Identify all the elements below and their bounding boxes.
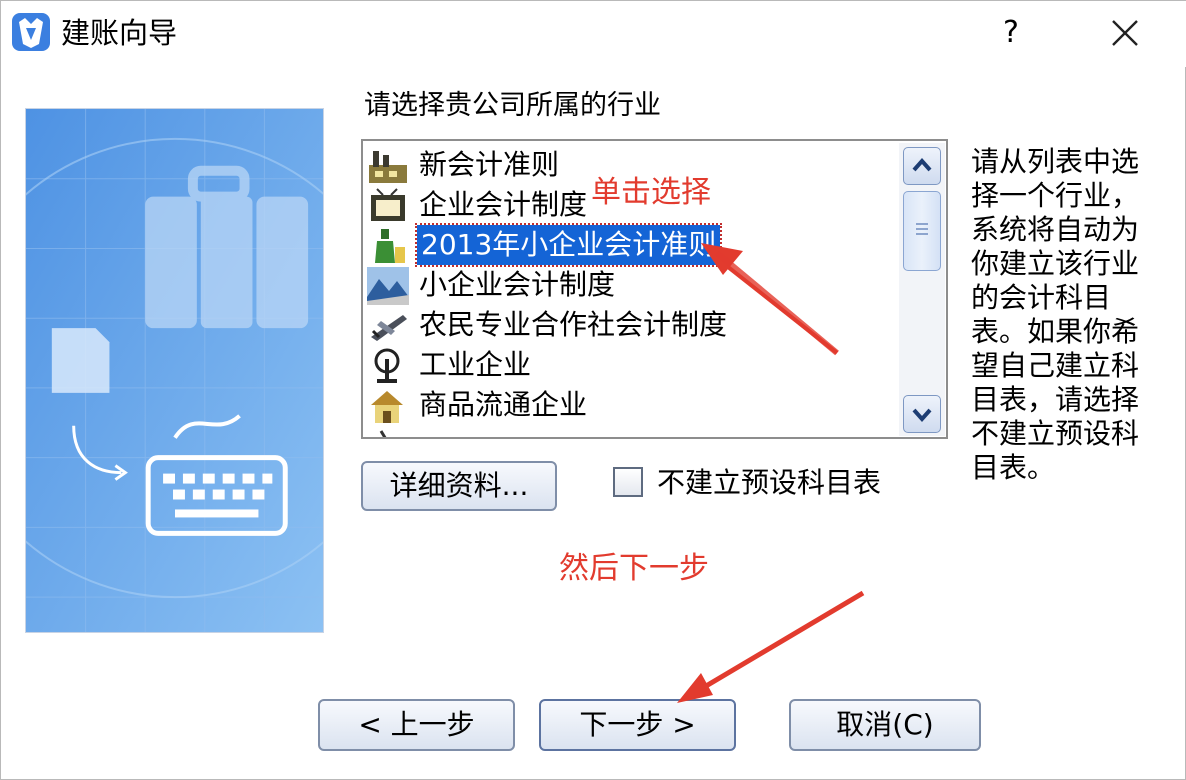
no-preset-accounts-label[interactable]: 不建立预设科目表 [657,463,881,503]
list-item-industrial-enterprise[interactable]: 工业企业 [367,345,897,385]
title-bar: 建账向导 ? [1,1,1186,67]
bottle-icon [375,229,405,263]
scroll-thumb[interactable] [903,191,941,271]
wizard-window: 建账向导 ? 请选择贵公司所属的行业 新会计准则 企业会计制度 2013年小企业… [0,0,1186,780]
help-button[interactable]: ? [987,9,1035,57]
chevron-up-icon [912,157,932,172]
arrow-to-next-button-icon [677,590,865,703]
scroll-up-button[interactable] [903,147,941,185]
next-step-button[interactable]: 下一步 > [539,699,736,751]
window-title: 建账向导 [61,16,178,50]
grip-icon [916,223,928,235]
list-item-2013-small-enterprise-standards[interactable]: 2013年小企业会计准则 [367,223,897,267]
annotation-click-select: 单击选择 [591,175,711,210]
factory-icon [369,151,407,183]
tool-icon [379,430,387,437]
help-description: 请从列表中选择一个行业，系统将自动为你建立该行业的会计科目表。如果你希望自己建立… [971,145,1140,484]
no-preset-accounts-checkbox[interactable] [613,467,643,497]
list-item-farmer-cooperative[interactable]: 农民专业合作社会计制度 [367,305,897,345]
document-icon [51,328,110,393]
close-icon[interactable] [1101,9,1149,57]
list-scrollbar[interactable] [899,143,945,436]
industry-heading: 请选择贵公司所属的行业 [364,90,661,121]
landscape-icon [367,267,409,305]
list-item-label: 工业企业 [419,348,532,381]
list-item-label: 小企业会计制度 [419,268,616,301]
chevron-down-icon [912,408,932,423]
list-item-small-enterprise-system[interactable]: 小企业会计制度 [367,265,897,305]
cancel-button[interactable]: 取消(C) [789,699,981,751]
annotation-then-next: 然后下一步 [559,551,709,586]
plane-icon [371,315,407,341]
house-icon [371,391,403,423]
scroll-down-button[interactable] [903,395,941,433]
wizard-illustration [25,108,324,633]
list-item-label: 企业会计制度 [419,188,588,221]
list-item-partially-visible[interactable] [367,425,897,437]
list-item-label: 新会计准则 [419,148,560,181]
details-button[interactable]: 详细资料... [361,461,557,511]
app-logo-icon [12,13,50,51]
list-item-label: 2013年小企业会计准则 [414,223,723,267]
list-item-label: 商品流通企业 [419,388,588,421]
monitor-icon [371,188,405,221]
previous-step-button[interactable]: < 上一步 [318,699,515,751]
crane-icon [374,348,400,383]
list-item-commodity-circulation[interactable]: 商品流通企业 [367,385,897,425]
list-item-label: 农民专业合作社会计制度 [419,308,728,341]
